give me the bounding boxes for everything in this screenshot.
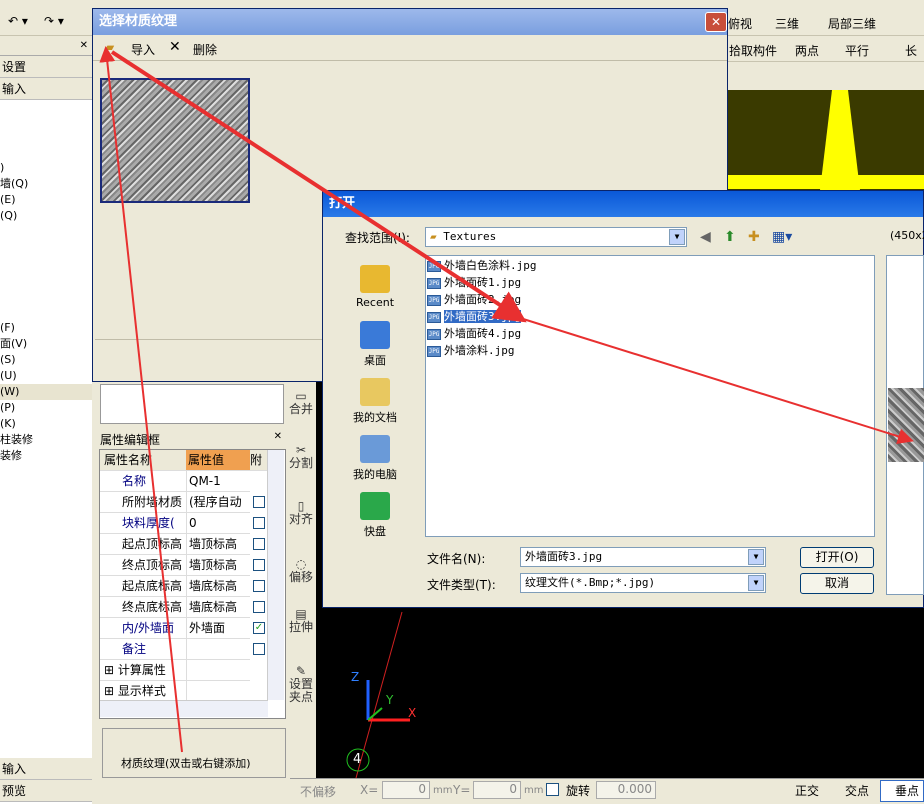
annotation-arrows bbox=[99, 46, 914, 753]
